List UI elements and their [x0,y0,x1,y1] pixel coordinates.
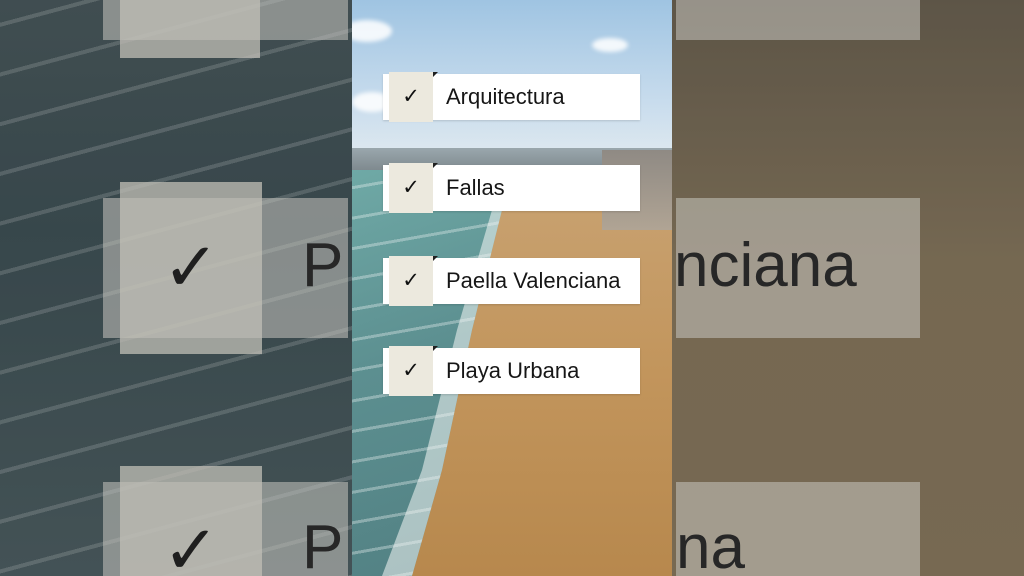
item-label: Arquitectura [446,84,565,109]
checkmark-icon: ✓ [402,268,420,292]
checkbox: ✓ [389,256,438,306]
item-label: Playa Urbana [446,358,580,383]
checkbox: ✓ [389,346,438,396]
checkbox: ✓ [389,163,438,213]
checkmark-icon: ✓ [402,84,420,108]
item-label: Paella Valenciana [446,268,621,293]
checkmark-icon: ✓ [402,175,420,199]
checkmark-icon: ✓ [402,358,420,382]
cloud [592,38,628,52]
item-label: Fallas [446,175,505,200]
checkbox: ✓ [389,72,438,122]
